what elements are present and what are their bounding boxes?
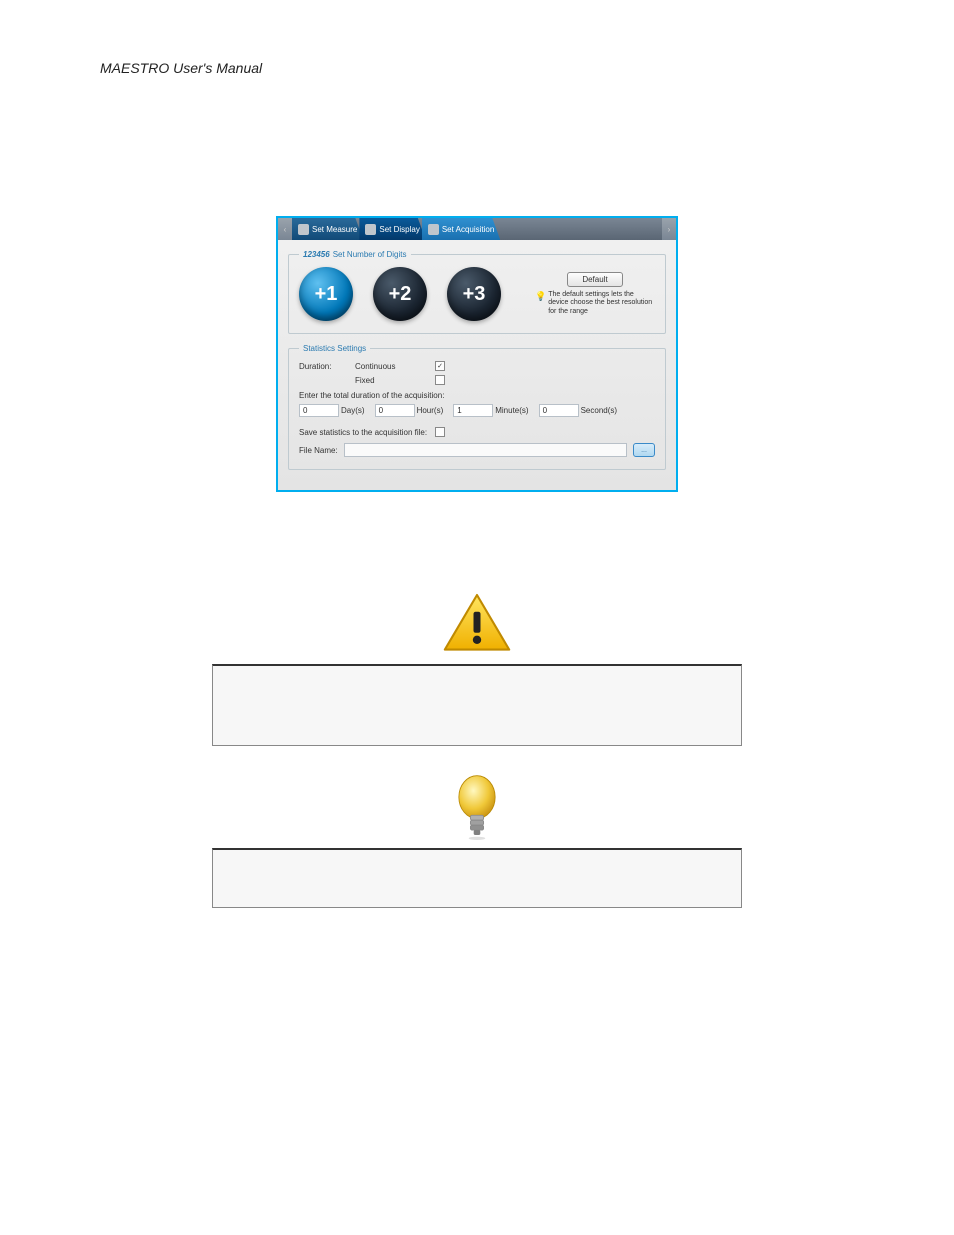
filename-input[interactable] (344, 443, 627, 457)
page-header: MAESTRO User's Manual (100, 60, 854, 76)
fixed-checkbox[interactable] (435, 375, 445, 385)
scroll-right-button[interactable]: › (662, 218, 676, 240)
save-stats-label: Save statistics to the acquisition file: (299, 428, 435, 437)
display-icon (365, 224, 376, 235)
seconds-input[interactable]: 0 (539, 404, 579, 417)
hours-unit: Hour(s) (417, 406, 444, 415)
measure-icon (298, 224, 309, 235)
hours-input[interactable]: 0 (375, 404, 415, 417)
digits-plus-3-button[interactable]: +3 (447, 267, 501, 321)
lightbulb-icon-large (452, 774, 502, 840)
tab-set-display[interactable]: Set Display (359, 218, 425, 240)
settings-panel: ‹ Set Measure Set Display Set Acquisitio… (276, 216, 678, 492)
duration-note: Enter the total duration of the acquisit… (299, 391, 655, 400)
tip-box (212, 848, 742, 908)
digits-fieldset: 123456 Set Number of Digits +1 +2 +3 Def… (288, 250, 666, 334)
seconds-unit: Second(s) (581, 406, 617, 415)
statistics-fieldset: Statistics Settings Duration: Continuous… (288, 344, 666, 470)
tab-set-measure[interactable]: Set Measure (292, 218, 363, 240)
digits-plus-2-button[interactable]: +2 (373, 267, 427, 321)
digits-legend: 123456 Set Number of Digits (299, 250, 411, 259)
fixed-label: Fixed (355, 376, 435, 385)
lightbulb-icon: 💡 (535, 291, 546, 316)
minutes-input[interactable]: 1 (453, 404, 493, 417)
warning-box (212, 664, 742, 746)
minutes-unit: Minute(s) (495, 406, 528, 415)
browse-button[interactable]: ... (633, 443, 655, 457)
save-stats-checkbox[interactable] (435, 427, 445, 437)
tab-label: Set Display (379, 225, 419, 234)
filename-label: File Name: (299, 446, 338, 455)
days-input[interactable]: 0 (299, 404, 339, 417)
acquisition-icon (428, 224, 439, 235)
scroll-left-button[interactable]: ‹ (278, 218, 292, 240)
days-unit: Day(s) (341, 406, 365, 415)
warning-icon (442, 592, 512, 654)
continuous-label: Continuous (355, 362, 435, 371)
digits-icon: 123456 (303, 250, 330, 259)
tab-label: Set Acquisition (442, 225, 494, 234)
toolbar: ‹ Set Measure Set Display Set Acquisitio… (278, 218, 676, 240)
tab-set-acquisition[interactable]: Set Acquisition (422, 218, 500, 240)
stats-legend: Statistics Settings (299, 344, 370, 353)
digits-plus-1-button[interactable]: +1 (299, 267, 353, 321)
duration-label: Duration: (299, 362, 355, 371)
default-button[interactable]: Default (567, 272, 622, 287)
digits-legend-text: Set Number of Digits (333, 250, 407, 259)
tab-label: Set Measure (312, 225, 357, 234)
default-hint-text: The default settings lets the device cho… (548, 291, 655, 316)
continuous-checkbox[interactable]: ✓ (435, 361, 445, 371)
